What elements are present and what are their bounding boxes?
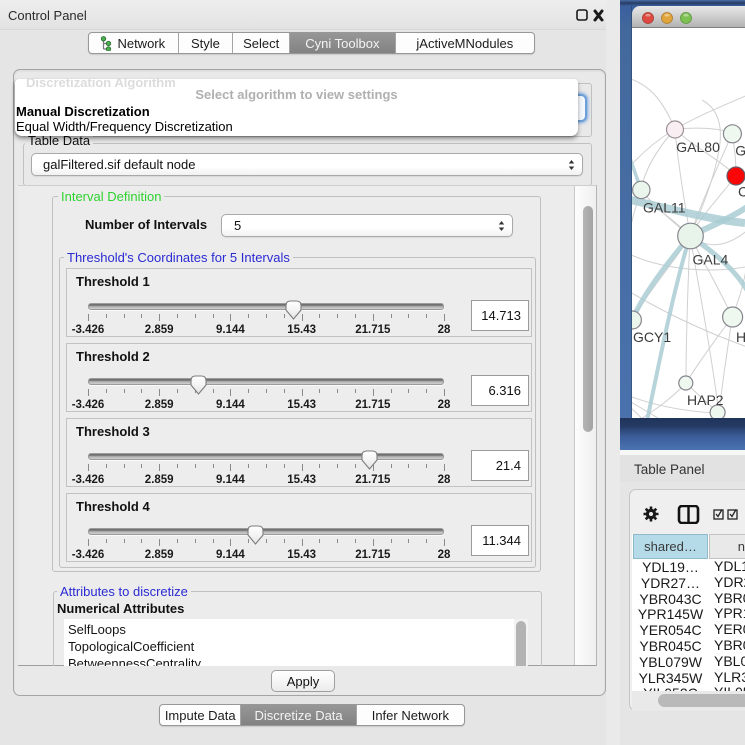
- svg-text:C: C: [738, 184, 745, 200]
- svg-text:GA: GA: [735, 143, 745, 159]
- svg-text:HAP2: HAP2: [687, 392, 724, 408]
- svg-text:GAL4: GAL4: [693, 252, 729, 268]
- svg-text:GCY1: GCY1: [633, 329, 671, 345]
- svg-text:GAL80: GAL80: [676, 139, 720, 155]
- svg-text:GAL11: GAL11: [643, 200, 686, 216]
- svg-text:H: H: [736, 329, 745, 345]
